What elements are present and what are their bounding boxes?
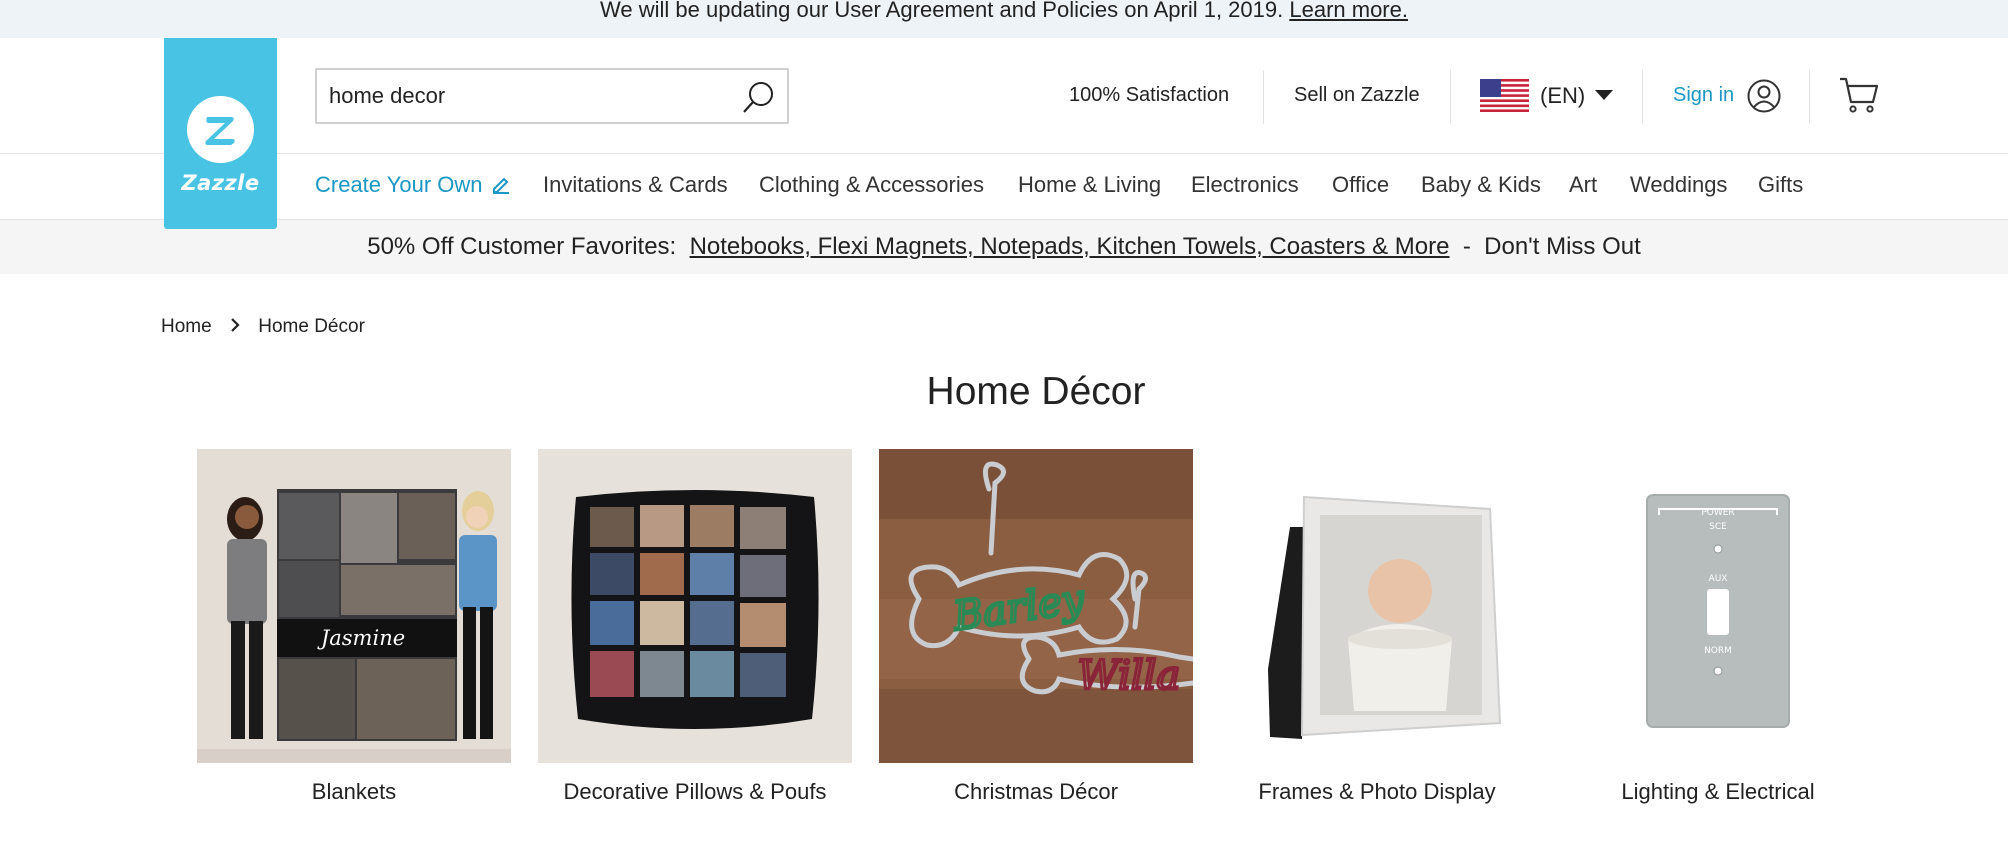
satisfaction-link[interactable]: 100% Satisfaction xyxy=(1069,84,1229,107)
breadcrumb-current: Home Décor xyxy=(258,316,365,337)
page-title: Home Décor xyxy=(926,370,1146,413)
zazzle-logo[interactable]: Zazzle xyxy=(164,38,277,229)
category-label[interactable]: Frames & Photo Display xyxy=(1190,779,1564,805)
search-icon[interactable] xyxy=(741,79,777,115)
plate-norm-label: NORM xyxy=(1704,646,1732,656)
switch-plate-image: POWER SCE AUX NORM xyxy=(1561,449,1875,763)
divider xyxy=(1642,70,1643,124)
category-label[interactable]: Decorative Pillows & Poufs xyxy=(508,779,882,805)
promo-banner: 50% Off Customer Favorites: Notebooks, F… xyxy=(0,220,2008,274)
plate-aux-label: AUX xyxy=(1709,574,1728,584)
announcement-text: We will be updating our User Agreement a… xyxy=(600,0,1284,22)
nav-clothing-accessories[interactable]: Clothing & Accessories xyxy=(759,172,984,198)
chevron-right-icon xyxy=(217,317,253,333)
nav-art[interactable]: Art xyxy=(1569,172,1597,198)
nav-baby-kids[interactable]: Baby & Kids xyxy=(1421,172,1541,198)
category-christmas-decor[interactable]: Barley Willa Christmas Décor xyxy=(879,449,1193,804)
divider xyxy=(1450,70,1451,124)
search-box xyxy=(315,68,789,124)
nav-electronics[interactable]: Electronics xyxy=(1191,172,1299,198)
promo-link[interactable]: Notebooks, Flexi Magnets, Notepads, Kitc… xyxy=(690,233,1450,260)
photo-plaque-image xyxy=(1220,449,1534,763)
sign-in-link[interactable]: Sign in xyxy=(1673,84,1734,107)
plate-power-label: POWER xyxy=(1701,508,1734,518)
category-blankets[interactable]: Jasmine Blankets xyxy=(197,449,511,804)
nav-weddings[interactable]: Weddings xyxy=(1630,172,1727,198)
plate-sce-label: SCE xyxy=(1709,522,1727,532)
chevron-down-icon[interactable] xyxy=(1595,90,1613,100)
learn-more-link[interactable]: Learn more. xyxy=(1289,0,1408,22)
nav-home-living[interactable]: Home & Living xyxy=(1018,172,1161,198)
christmas-decor-image: Barley Willa xyxy=(879,449,1193,763)
category-label[interactable]: Blankets xyxy=(167,779,541,805)
search-input[interactable] xyxy=(329,76,729,116)
nav-gifts[interactable]: Gifts xyxy=(1758,172,1803,198)
blankets-image: Jasmine xyxy=(197,449,511,763)
category-frames[interactable]: Frames & Photo Display xyxy=(1220,449,1534,804)
promo-tail: Don't Miss Out xyxy=(1484,233,1641,260)
blanket-name-text: Jasmine xyxy=(317,626,405,650)
category-lighting-electrical[interactable]: POWER SCE AUX NORM Lighting & Electrical xyxy=(1561,449,1875,804)
nav-invitations-cards[interactable]: Invitations & Cards xyxy=(543,172,728,198)
nav-create-your-own[interactable]: Create Your Own xyxy=(315,172,483,198)
pillow-image xyxy=(538,449,852,763)
ornament-name-willa: Willa xyxy=(1078,653,1181,699)
promo-lead: 50% Off Customer Favorites: xyxy=(367,233,677,260)
divider xyxy=(1263,70,1264,124)
divider xyxy=(1809,70,1810,124)
category-nav: Create Your Own Invitations & Cards Clot… xyxy=(0,154,2008,220)
announcement-bar: We will be updating our User Agreement a… xyxy=(0,0,2008,38)
language-selector[interactable]: (EN) xyxy=(1540,83,1585,109)
zazzle-wordmark: Zazzle xyxy=(181,171,260,195)
breadcrumb: Home Home Décor xyxy=(161,316,365,338)
sell-on-zazzle-link[interactable]: Sell on Zazzle xyxy=(1294,84,1420,107)
zazzle-logo-mark xyxy=(187,96,254,163)
category-label[interactable]: Christmas Décor xyxy=(849,779,1223,805)
pencil-icon xyxy=(491,174,511,194)
breadcrumb-home[interactable]: Home xyxy=(161,316,212,337)
nav-office[interactable]: Office xyxy=(1332,172,1389,198)
us-flag-icon[interactable] xyxy=(1480,79,1529,112)
category-decorative-pillows[interactable]: Decorative Pillows & Poufs xyxy=(538,449,852,804)
user-icon[interactable] xyxy=(1747,79,1781,113)
category-label[interactable]: Lighting & Electrical xyxy=(1531,779,1905,805)
cart-icon[interactable] xyxy=(1838,76,1880,114)
